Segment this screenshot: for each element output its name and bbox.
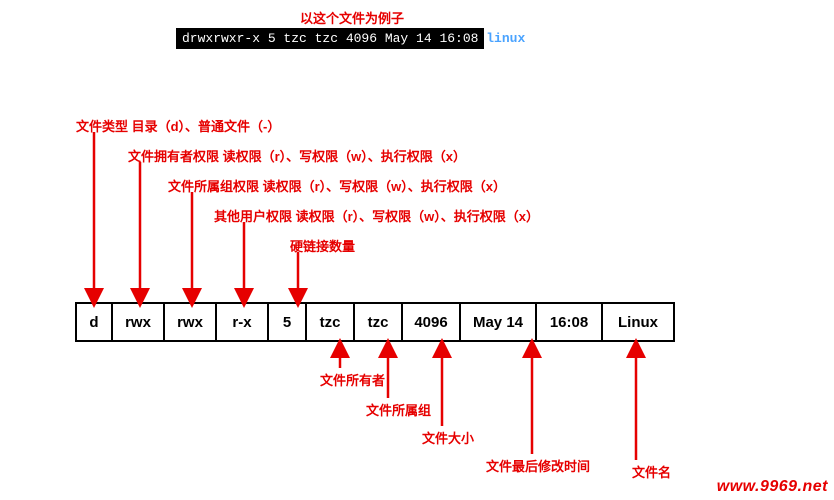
- label-group-perm: 文件所属组权限 读权限（r）、写权限（w）、执行权限（x）: [168, 176, 506, 195]
- label-other-perm: 其他用户权限 读权限（r）、写权限（w）、执行权限（x）: [214, 206, 539, 225]
- label-file-size: 文件大小: [422, 428, 474, 447]
- cell-d: d: [75, 302, 113, 342]
- example-caption: 以这个文件为例子: [300, 8, 404, 27]
- ls-line: drwxrwxr-x 5 tzc tzc 4096 May 14 16:08: [182, 31, 486, 46]
- cell-rwx: rwx: [113, 302, 165, 342]
- cell-r-x: r-x: [217, 302, 269, 342]
- watermark: www.9969.net: [717, 478, 828, 496]
- cell-5: 5: [269, 302, 307, 342]
- label-group-name: 文件所属组: [366, 400, 431, 419]
- cell-tzc: tzc: [307, 302, 355, 342]
- annotation-arrows: [0, 0, 834, 500]
- cell-tzc: tzc: [355, 302, 403, 342]
- cell-rwx: rwx: [165, 302, 217, 342]
- cell-linux: Linux: [603, 302, 675, 342]
- permission-breakdown-row: drwxrwxr-x5tzctzc4096May 1416:08Linux: [75, 302, 675, 342]
- label-owner-name: 文件所有者: [320, 370, 385, 389]
- label-filename: 文件名: [632, 462, 671, 481]
- cell-4096: 4096: [403, 302, 461, 342]
- label-owner-perm: 文件拥有者权限 读权限（r）、写权限（w）、执行权限（x）: [128, 146, 466, 165]
- label-mtime: 文件最后修改时间: [486, 456, 590, 475]
- label-file-type: 文件类型 目录（d）、普通文件（-）: [76, 116, 280, 135]
- label-hardlinks: 硬链接数量: [290, 236, 355, 255]
- cell-may 14: May 14: [461, 302, 537, 342]
- terminal-output: drwxrwxr-x 5 tzc tzc 4096 May 14 16:08 l…: [176, 28, 484, 49]
- cell-16:08: 16:08: [537, 302, 603, 342]
- ls-dirname: linux: [486, 31, 525, 46]
